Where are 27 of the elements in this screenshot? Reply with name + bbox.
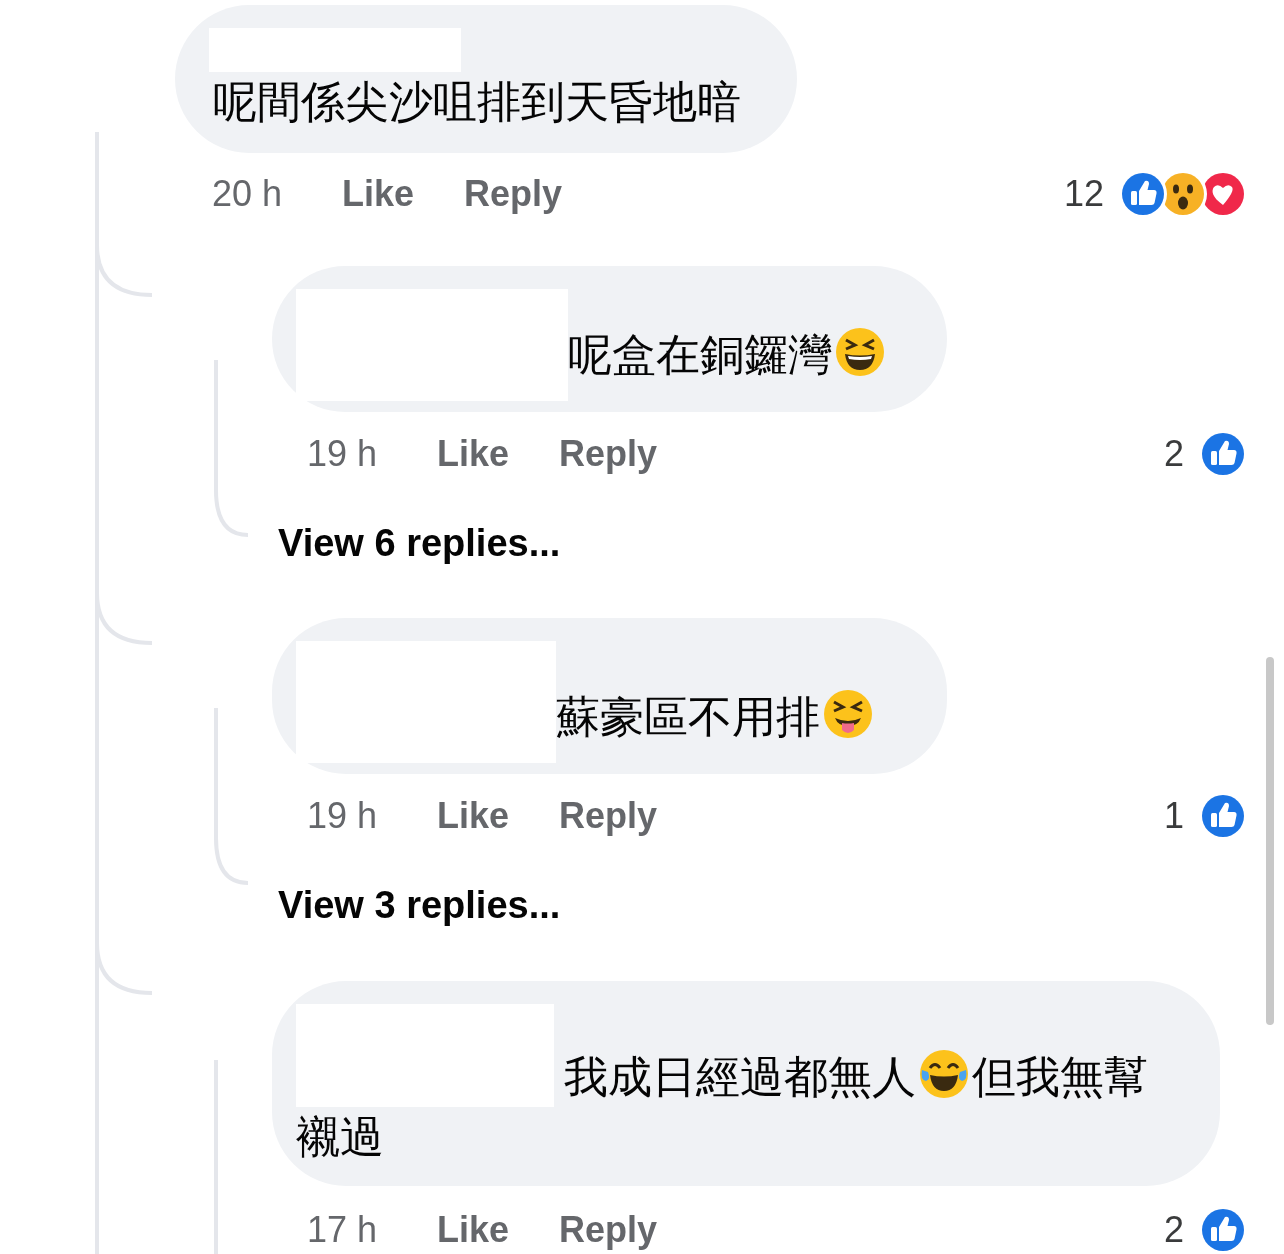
comment-text: 我成日經過都無人 (564, 1052, 916, 1101)
comment-time: 20 h (212, 172, 284, 216)
comment-text: 呢盒在銅鑼灣 (568, 330, 832, 379)
reply-link[interactable]: Reply (464, 167, 563, 221)
reaction-count: 1 (1163, 794, 1184, 838)
reply-link[interactable]: Reply (559, 789, 658, 843)
view-replies-link[interactable]: View 3 replies... (278, 885, 561, 925)
comment-time: 17 h (307, 1208, 379, 1252)
comment-text: 但我無幫 (972, 1052, 1148, 1101)
like-link[interactable]: Like (437, 1203, 510, 1254)
comment-time: 19 h (307, 432, 379, 476)
tongue-face-icon (822, 688, 874, 740)
laughing-face-icon (834, 326, 886, 378)
like-link[interactable]: Like (437, 789, 510, 843)
reaction-count: 12 (1063, 172, 1104, 216)
view-replies-link[interactable]: View 6 replies... (278, 523, 561, 563)
comment-text: 蘇豪區不用排 (556, 692, 820, 741)
reaction-count: 2 (1163, 1208, 1184, 1252)
like-link[interactable]: Like (437, 427, 510, 481)
comment-text: 襯過 (296, 1112, 384, 1161)
comment-text: 呢間係尖沙咀排到天昏地暗 (213, 77, 741, 126)
crying-laughing-face-icon (918, 1048, 970, 1100)
reaction-count: 2 (1163, 432, 1184, 476)
like-link[interactable]: Like (342, 167, 415, 221)
reply-link[interactable]: Reply (559, 427, 658, 481)
reply-link[interactable]: Reply (559, 1203, 658, 1254)
comment-time: 19 h (307, 794, 379, 838)
